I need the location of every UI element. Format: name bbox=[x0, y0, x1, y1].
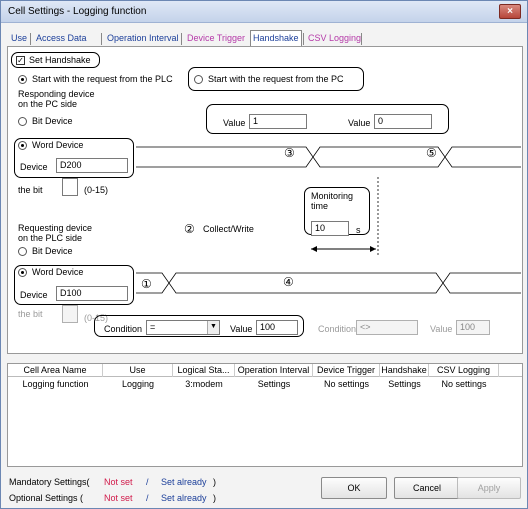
condition-select-value: = bbox=[150, 322, 156, 332]
requesting-bit-device-label: Bit Device bbox=[32, 246, 73, 256]
responding-device-label-2: on the PC side bbox=[18, 99, 78, 109]
requesting-bit-device-radio[interactable] bbox=[18, 247, 27, 256]
tab-access-data[interactable]: Access Data bbox=[34, 31, 89, 46]
mandatory-slash: / bbox=[146, 477, 149, 487]
optional-settings-label: Optional Settings ( bbox=[9, 493, 84, 503]
responding-word-device-radio[interactable] bbox=[18, 141, 27, 150]
marker-5: ⑤ bbox=[426, 146, 437, 160]
requesting-timing-chart bbox=[136, 272, 521, 294]
cell-area-table: Cell Area Name Use Logical Sta... Operat… bbox=[7, 363, 523, 467]
close-button[interactable]: × bbox=[499, 4, 521, 19]
cancel-button[interactable]: Cancel bbox=[394, 477, 460, 499]
value-1-label: Value bbox=[223, 118, 246, 128]
responding-timing-chart bbox=[136, 146, 521, 168]
marker-3: ③ bbox=[284, 146, 295, 160]
start-pc-radio[interactable] bbox=[194, 75, 203, 84]
mandatory-close-paren: ) bbox=[213, 477, 216, 487]
title-bar: Cell Settings - Logging function × bbox=[1, 1, 527, 23]
tab-separator bbox=[361, 33, 362, 45]
col-cell-area-name[interactable]: Cell Area Name bbox=[8, 364, 103, 377]
value-1-input[interactable]: 1 bbox=[249, 114, 307, 129]
col-operation-interval[interactable]: Operation Interval bbox=[235, 364, 313, 377]
condition-select[interactable]: = ▼ bbox=[146, 320, 220, 335]
optional-slash: / bbox=[146, 493, 149, 503]
start-pc-label: Start with the request from the PC bbox=[208, 74, 344, 84]
condition-label: Condition bbox=[104, 324, 143, 334]
responding-device-input[interactable]: D200 bbox=[56, 158, 128, 173]
requesting-word-device-label: Word Device bbox=[32, 267, 84, 277]
start-plc-label: Start with the request from the PLC bbox=[32, 74, 173, 84]
col-use[interactable]: Use bbox=[103, 364, 173, 377]
marker-4: ④ bbox=[283, 275, 294, 289]
condition-2-value-input[interactable]: 100 bbox=[456, 320, 490, 335]
cell-device-trigger: No settings bbox=[323, 379, 370, 389]
requesting-device-caption: Device bbox=[20, 290, 48, 300]
cell-handshake: Settings bbox=[388, 379, 421, 389]
cell-area-name: Logging function bbox=[22, 379, 89, 389]
apply-button[interactable]: Apply bbox=[457, 477, 521, 499]
col-device-trigger[interactable]: Device Trigger bbox=[313, 364, 380, 377]
responding-bit-input[interactable] bbox=[62, 178, 78, 196]
tab-handshake[interactable]: Handshake bbox=[250, 30, 302, 47]
cell-use: Logging bbox=[121, 379, 155, 389]
requesting-device-label: Requesting device bbox=[18, 223, 93, 233]
responding-device-caption: Device bbox=[20, 162, 48, 172]
value-2-label: Value bbox=[348, 118, 371, 128]
col-csv-logging[interactable]: CSV Logging bbox=[429, 364, 499, 377]
dialog-window: Cell Settings - Logging function × Use A… bbox=[0, 0, 528, 509]
condition-value-input[interactable]: 100 bbox=[256, 320, 298, 335]
responding-bit-range: (0-15) bbox=[84, 185, 109, 195]
col-logical-station[interactable]: Logical Sta... bbox=[173, 364, 235, 377]
collect-write-label: Collect/Write bbox=[203, 224, 254, 234]
tab-csv-logging[interactable]: CSV Logging bbox=[306, 31, 363, 46]
cell-logical-station: 3:modem bbox=[185, 379, 223, 389]
tab-separator bbox=[303, 33, 304, 45]
col-handshake[interactable]: Handshake bbox=[380, 364, 429, 377]
optional-set-already: Set already bbox=[161, 493, 207, 503]
condition-value-label: Value bbox=[230, 324, 253, 334]
handshake-panel: ✓ Set Handshake Start with the request f… bbox=[7, 46, 523, 354]
optional-close-paren: ) bbox=[213, 493, 216, 503]
chevron-down-icon: ▼ bbox=[207, 321, 219, 334]
responding-bit-device-label: Bit Device bbox=[32, 116, 73, 126]
value-2-input[interactable]: 0 bbox=[374, 114, 432, 129]
responding-device-label: Responding device bbox=[18, 89, 95, 99]
mandatory-settings-label: Mandatory Settings( bbox=[9, 477, 90, 487]
start-plc-radio[interactable] bbox=[18, 75, 27, 84]
tab-separator bbox=[181, 33, 182, 45]
cell-operation-interval: Settings bbox=[257, 379, 291, 389]
requesting-bit-input[interactable] bbox=[62, 305, 78, 323]
ok-button[interactable]: OK bbox=[321, 477, 387, 499]
responding-bit-label: the bit bbox=[18, 185, 43, 195]
table-header: Cell Area Name Use Logical Sta... Operat… bbox=[8, 364, 522, 377]
monitoring-span-arrow bbox=[311, 177, 379, 257]
condition-2-select[interactable]: <> bbox=[356, 320, 418, 335]
set-handshake-checkbox[interactable]: ✓ bbox=[16, 56, 25, 65]
window-title: Cell Settings - Logging function bbox=[8, 6, 147, 17]
marker-1: ① bbox=[141, 277, 152, 291]
requesting-bit-label: the bit bbox=[18, 309, 43, 319]
condition-2-label: Condition bbox=[318, 324, 357, 334]
requesting-word-device-radio[interactable] bbox=[18, 268, 27, 277]
tab-separator bbox=[101, 33, 102, 45]
optional-not-set: Not set bbox=[104, 493, 133, 503]
collect-marker: ② bbox=[184, 222, 195, 236]
tab-device-trigger[interactable]: Device Trigger bbox=[185, 31, 247, 46]
mandatory-set-already: Set already bbox=[161, 477, 207, 487]
requesting-device-label-2: on the PLC side bbox=[18, 233, 83, 243]
mandatory-not-set: Not set bbox=[104, 477, 133, 487]
cell-csv-logging: No settings bbox=[441, 379, 487, 389]
tab-use[interactable]: Use bbox=[9, 31, 29, 46]
condition-2-value-label: Value bbox=[430, 324, 453, 334]
responding-word-device-label: Word Device bbox=[32, 140, 84, 150]
set-handshake-label: Set Handshake bbox=[29, 55, 91, 65]
responding-bit-device-radio[interactable] bbox=[18, 117, 27, 126]
tab-operation-interval[interactable]: Operation Interval bbox=[105, 31, 181, 46]
requesting-device-input[interactable]: D100 bbox=[56, 286, 128, 301]
tab-separator bbox=[30, 33, 31, 45]
